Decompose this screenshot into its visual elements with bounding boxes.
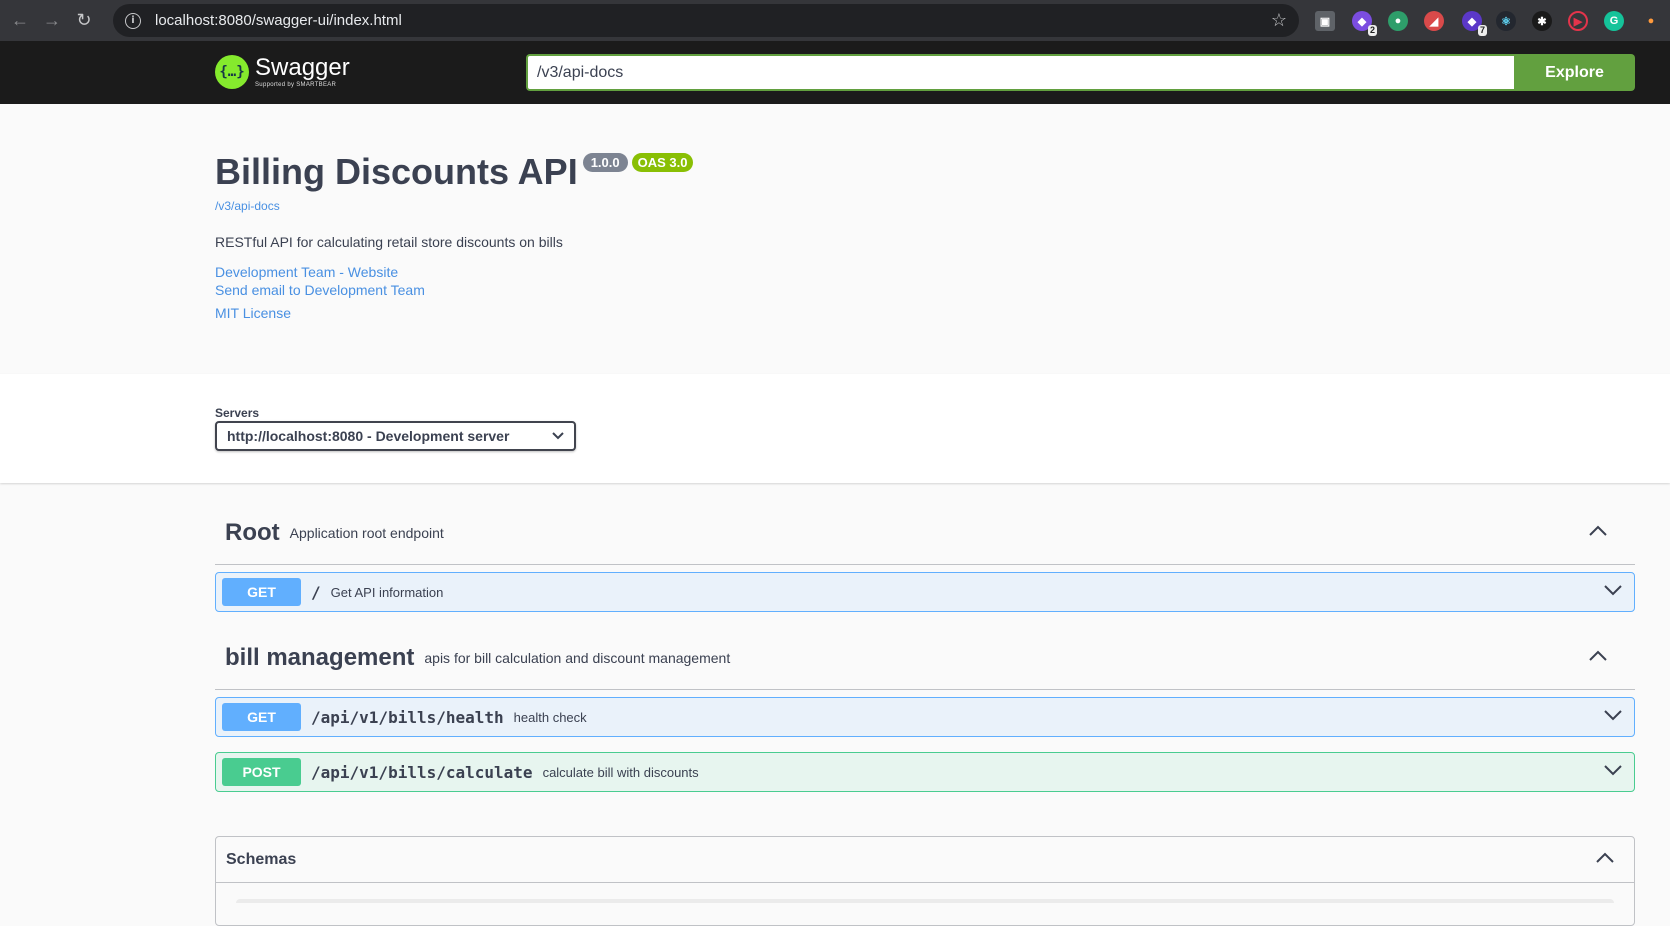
schemas-label: Schemas (226, 850, 297, 868)
method-badge: GET (222, 578, 301, 606)
chevron-down-icon[interactable] (1604, 763, 1622, 781)
api-info: Billing Discounts API 1.0.0 OAS 3.0 (215, 150, 1635, 190)
site-info-icon[interactable]: i (125, 12, 141, 29)
tag-name: bill management (225, 644, 415, 671)
openai-extension-icon[interactable]: ✱ (1532, 11, 1552, 31)
chevron-up-icon[interactable] (1596, 851, 1614, 869)
forward-arrow-icon[interactable]: → (38, 7, 66, 35)
chevron-up-icon[interactable] (1589, 649, 1607, 667)
website-link[interactable]: Development Team - Website (215, 264, 398, 280)
globe-extension-icon[interactable]: ● (1388, 11, 1408, 31)
method-badge: POST (222, 758, 301, 786)
browser-toolbar: ← → ↻ i localhost:8080/swagger-ui/index.… (0, 0, 1670, 41)
chevron-down-icon (552, 429, 564, 443)
extension-badge: 7 (1477, 25, 1487, 36)
oas-badge: OAS 3.0 (631, 153, 694, 172)
reload-icon[interactable]: ↻ (70, 7, 98, 35)
operation-summary: health check (513, 709, 587, 725)
swagger-topbar: {…} Swagger Supported by SMARTBEAR /v3/a… (0, 41, 1670, 104)
servers-select[interactable]: http://localhost:8080 - Development serv… (215, 421, 576, 451)
api-description: RESTful API for calculating retail store… (215, 234, 563, 250)
extension-badge: 2 (1367, 25, 1377, 36)
email-link[interactable]: Send email to Development Team (215, 282, 425, 298)
address-url[interactable]: localhost:8080/swagger-ui/index.html (155, 12, 402, 29)
chevron-up-icon[interactable] (1589, 524, 1607, 542)
servers-label: Servers (215, 406, 260, 420)
operation-path: /api/v1/bills/health (311, 707, 504, 727)
profile-icon[interactable]: ● (1641, 11, 1661, 31)
address-bar[interactable]: i localhost:8080/swagger-ui/index.html ☆ (113, 4, 1299, 37)
logo-name: Swagger (255, 54, 350, 81)
swagger-logo[interactable]: {…} Swagger Supported by SMARTBEAR (215, 55, 350, 89)
explore-button[interactable]: Explore (1514, 54, 1635, 91)
schemas-header[interactable]: Schemas (216, 837, 1634, 883)
eraser-extension-icon[interactable]: ◢ (1424, 11, 1444, 31)
chevron-down-icon[interactable] (1604, 583, 1622, 601)
operation-path: / (311, 582, 321, 602)
chevron-down-icon[interactable] (1604, 708, 1622, 726)
spec-link[interactable]: /v3/api-docs (215, 199, 280, 213)
extension-icon[interactable]: ◆ 2 (1352, 11, 1377, 36)
version-badge: 1.0.0 (582, 153, 628, 172)
record-extension-icon[interactable]: ▶ (1568, 11, 1588, 31)
operation-get-root[interactable]: GET / Get API information (215, 572, 1635, 612)
operation-path: /api/v1/bills/calculate (311, 762, 533, 782)
extension-icon[interactable]: ◆ 7 (1462, 11, 1487, 36)
page-title: Billing Discounts API (215, 151, 578, 192)
camera-extension-icon[interactable]: ▣ (1315, 11, 1335, 31)
schema-item (236, 899, 1614, 909)
grammarly-icon[interactable]: G (1604, 11, 1624, 31)
tag-description: Application root endpoint (289, 525, 444, 541)
tag-root[interactable]: Root Application root endpoint (215, 502, 1635, 565)
logo-sub: Supported by SMARTBEAR (255, 82, 337, 88)
swagger-logo-icon: {…} (215, 55, 249, 89)
operation-summary: calculate bill with discounts (542, 764, 699, 780)
schemas-section: Schemas (215, 836, 1635, 926)
back-arrow-icon[interactable]: ← (6, 7, 34, 35)
spec-url-input[interactable]: /v3/api-docs (526, 54, 1515, 91)
tag-bill-management[interactable]: bill management apis for bill calculatio… (215, 627, 1635, 690)
react-devtools-icon[interactable]: ⚛ (1496, 11, 1516, 31)
servers-selected: http://localhost:8080 - Development serv… (227, 428, 510, 444)
license-link[interactable]: MIT License (215, 305, 291, 321)
operation-post-calculate[interactable]: POST /api/v1/bills/calculate calculate b… (215, 752, 1635, 792)
tag-name: Root (225, 519, 280, 546)
bookmark-star-icon[interactable]: ☆ (1271, 10, 1287, 31)
servers-section: Servers http://localhost:8080 - Developm… (0, 374, 1670, 483)
operation-get-health[interactable]: GET /api/v1/bills/health health check (215, 697, 1635, 737)
method-badge: GET (222, 703, 301, 731)
tag-description: apis for bill calculation and discount m… (424, 650, 731, 666)
operation-summary: Get API information (330, 584, 444, 600)
